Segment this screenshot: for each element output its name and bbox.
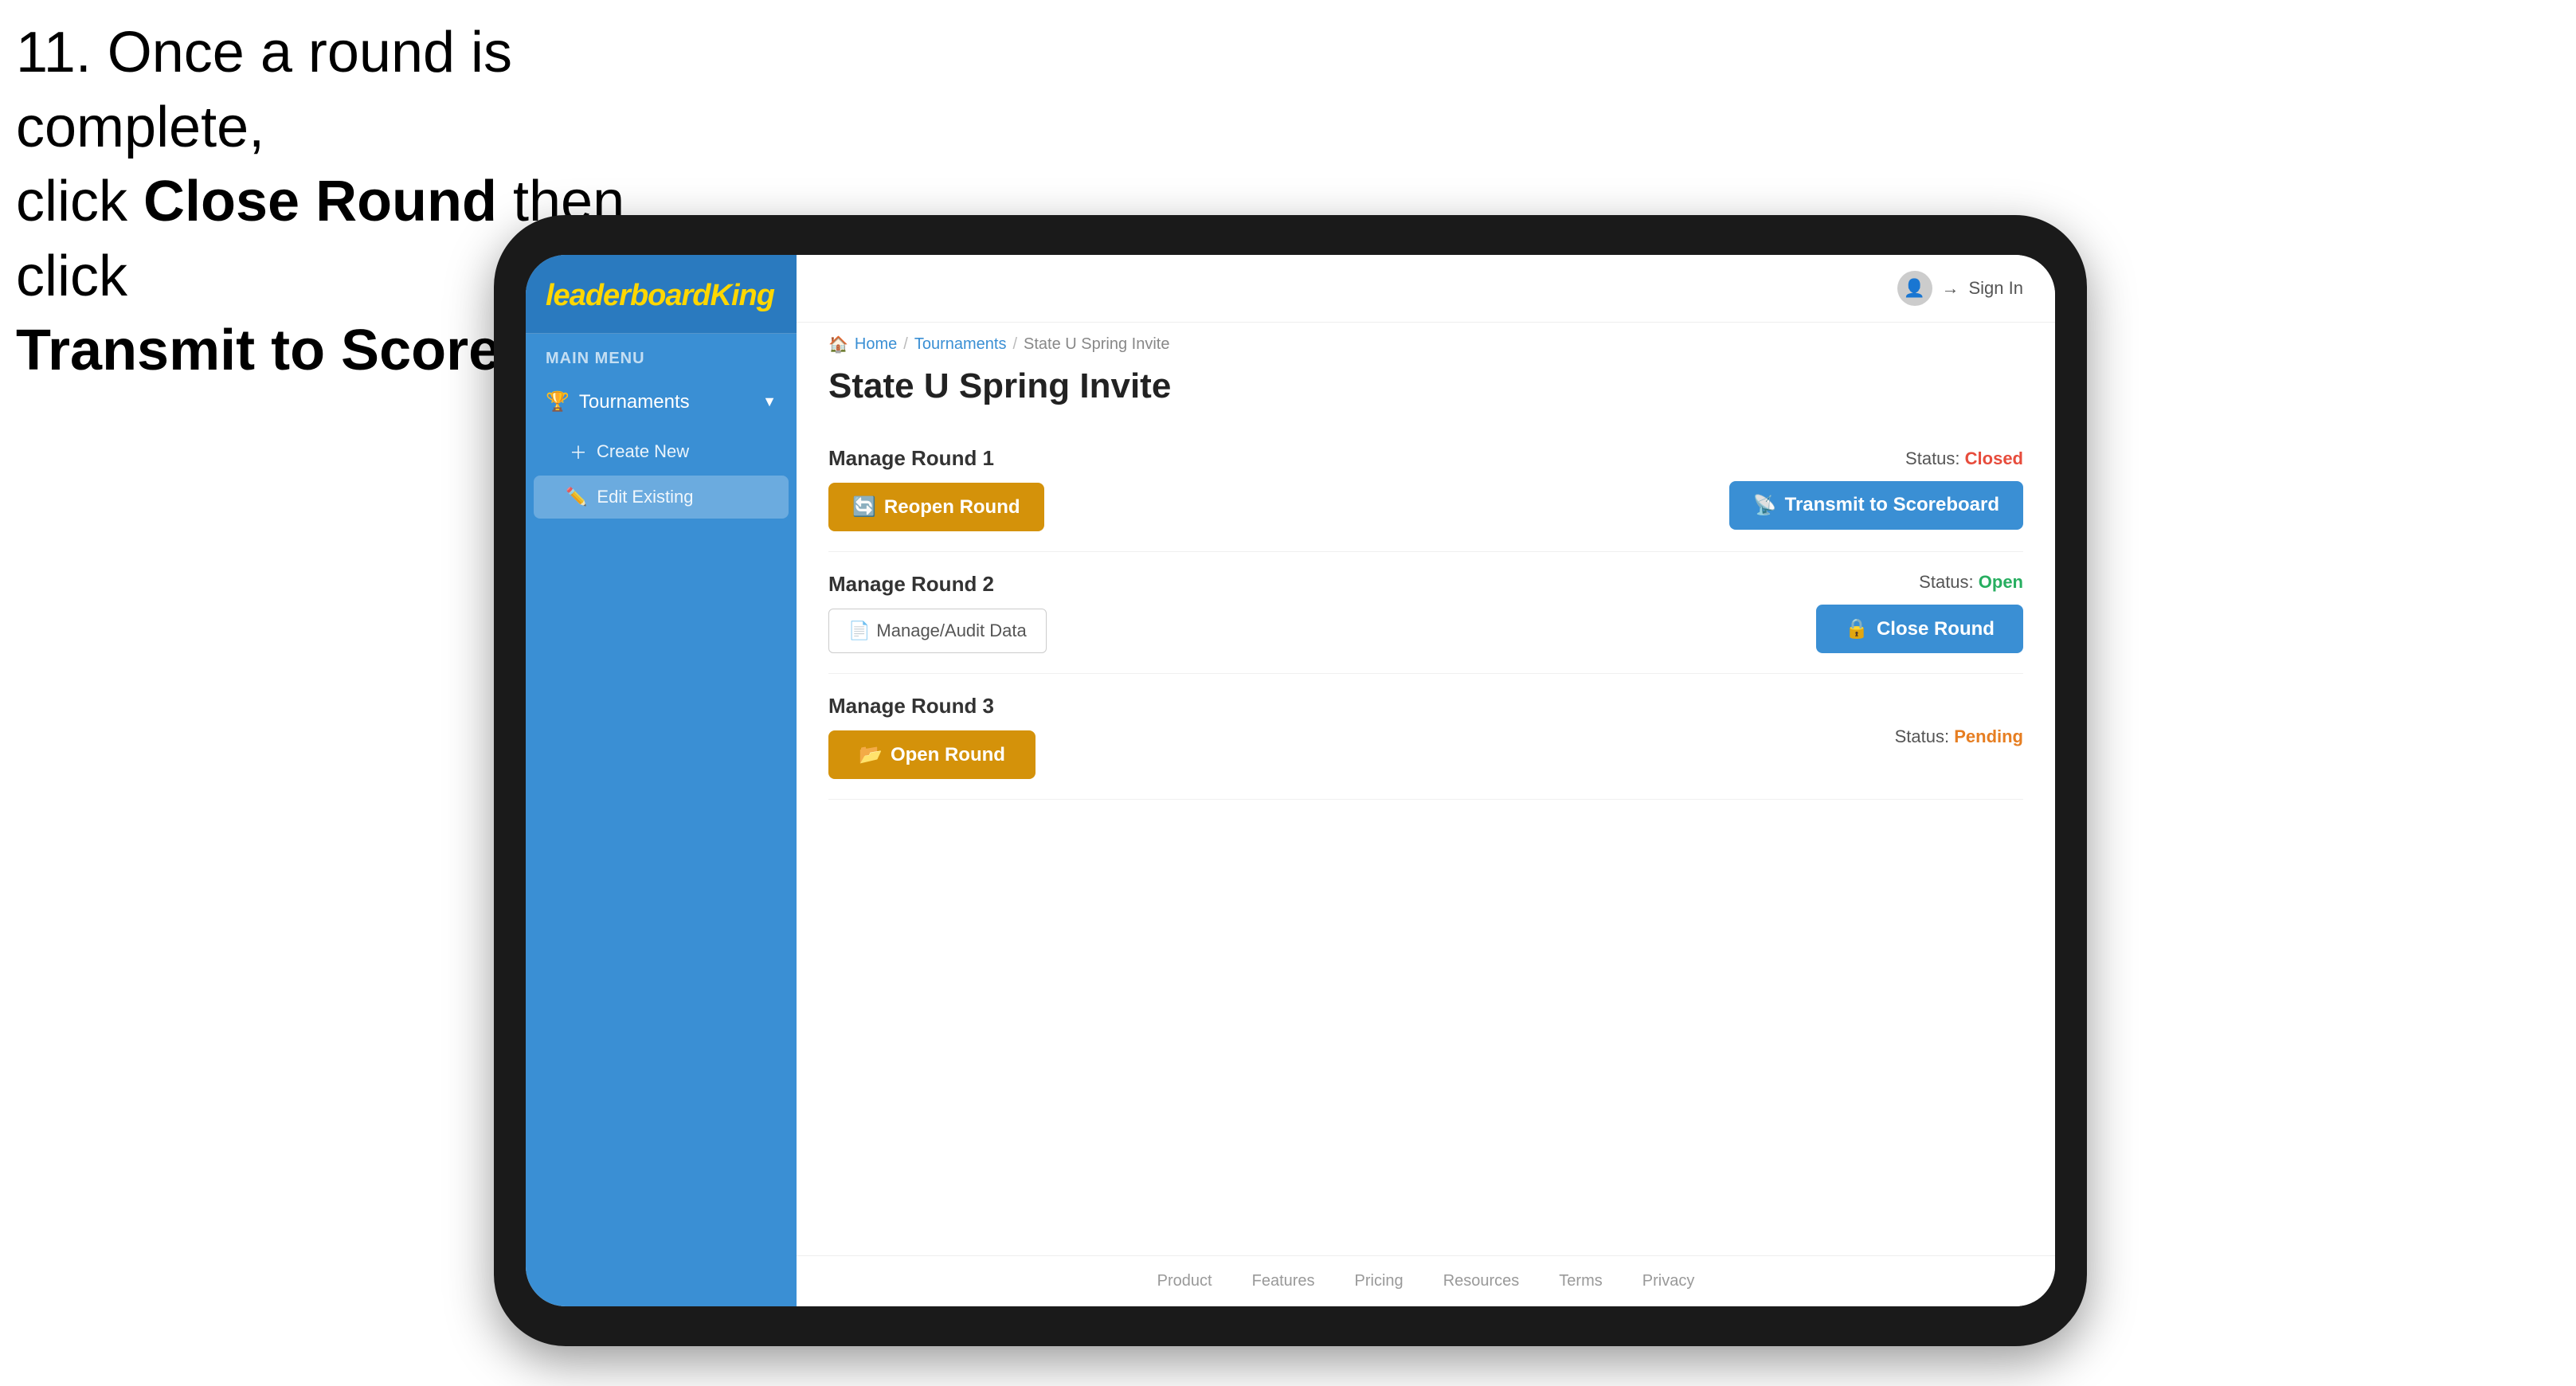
logo-area: leaderboardKing <box>526 255 797 334</box>
logo-text-regular: leaderboard <box>546 279 711 312</box>
footer: Product Features Pricing Resources Terms… <box>797 1255 2055 1306</box>
round-3-status: Status: Pending <box>1895 726 2023 747</box>
round-2-status-value: Open <box>1979 572 2023 592</box>
footer-features[interactable]: Features <box>1252 1272 1315 1290</box>
breadcrumb-sep1: / <box>903 335 908 354</box>
close-round-label: Close Round <box>1877 618 1995 640</box>
sidebar-create-new-label: Create New <box>597 441 689 462</box>
home-icon: 🏠 <box>828 335 848 354</box>
footer-terms[interactable]: Terms <box>1559 1272 1602 1290</box>
close-round-button[interactable]: 🔒 Close Round <box>1816 605 2023 653</box>
chevron-down-icon: ▼ <box>762 393 777 410</box>
close-icon: 🔒 <box>1845 617 1869 640</box>
app-logo: leaderboardKing <box>546 279 777 313</box>
round-1-title: Manage Round 1 <box>828 446 1044 471</box>
round-row-2: Manage Round 2 📄 Manage/Audit Data Statu… <box>828 552 2023 674</box>
transmit-label: Transmit to Scoreboard <box>1785 494 1999 516</box>
plus-icon: ＋ <box>570 439 587 464</box>
footer-product[interactable]: Product <box>1157 1272 1212 1290</box>
breadcrumb-current: State U Spring Invite <box>1024 335 1169 354</box>
avatar: 👤 <box>1897 271 1932 306</box>
reopen-icon: 🔄 <box>852 495 876 519</box>
tablet-device: leaderboardKing MAIN MENU 🏆 Tournaments … <box>494 215 2087 1346</box>
manage-audit-label: Manage/Audit Data <box>876 621 1026 641</box>
sidebar-tournaments-label: Tournaments <box>579 391 690 413</box>
reopen-round-label: Reopen Round <box>884 496 1020 519</box>
doc-icon: 📄 <box>848 621 870 641</box>
sidebar-item-left: 🏆 Tournaments <box>546 390 690 413</box>
round-1-status-value: Closed <box>1965 448 2023 468</box>
top-nav: 👤 → Sign In <box>797 255 2055 323</box>
open-round-label: Open Round <box>891 744 1005 766</box>
logo-text-brand: King <box>711 279 774 312</box>
round-2-right: Status: Open 🔒 Close Round <box>1816 572 2023 653</box>
edit-icon: ✏️ <box>566 487 587 507</box>
round-1-left: Manage Round 1 🔄 Reopen Round <box>828 446 1044 531</box>
instruction-line1: 11. Once a round is complete, <box>16 21 512 159</box>
footer-pricing[interactable]: Pricing <box>1355 1272 1403 1290</box>
round-3-title: Manage Round 3 <box>828 694 1035 718</box>
round-2-left: Manage Round 2 📄 Manage/Audit Data <box>828 572 1047 653</box>
instruction-bold1: Close Round <box>143 170 497 233</box>
round-row-3: Manage Round 3 📂 Open Round Status: Pend… <box>828 674 2023 800</box>
round-2-status: Status: Open <box>1919 572 2023 593</box>
transmit-icon: 📡 <box>1753 494 1777 517</box>
round-row-1: Manage Round 1 🔄 Reopen Round Status: Cl… <box>828 426 2023 552</box>
sidebar: leaderboardKing MAIN MENU 🏆 Tournaments … <box>526 255 797 1306</box>
signin-arrow-icon: → <box>1942 278 1959 299</box>
round-3-left: Manage Round 3 📂 Open Round <box>828 694 1035 779</box>
main-menu-label: MAIN MENU <box>526 334 797 376</box>
manage-audit-button[interactable]: 📄 Manage/Audit Data <box>828 609 1047 653</box>
page-title: State U Spring Invite <box>797 358 2055 426</box>
breadcrumb-tournaments[interactable]: Tournaments <box>914 335 1007 354</box>
transmit-to-scoreboard-button[interactable]: 📡 Transmit to Scoreboard <box>1729 481 2023 530</box>
breadcrumb-sep2: / <box>1012 335 1017 354</box>
open-icon: 📂 <box>859 743 883 766</box>
main-content: 👤 → Sign In 🏠 Home / Tournaments / State… <box>797 255 2055 1306</box>
footer-resources[interactable]: Resources <box>1443 1272 1520 1290</box>
breadcrumb: 🏠 Home / Tournaments / State U Spring In… <box>797 323 2055 358</box>
sidebar-edit-existing[interactable]: ✏️ Edit Existing <box>534 476 789 519</box>
sidebar-edit-existing-label: Edit Existing <box>597 487 693 507</box>
round-3-right: Status: Pending <box>1895 726 2023 747</box>
sign-in-label: Sign In <box>1969 278 2024 299</box>
sign-in-area[interactable]: 👤 → Sign In <box>1897 271 2024 306</box>
trophy-icon: 🏆 <box>546 390 570 413</box>
reopen-round-button[interactable]: 🔄 Reopen Round <box>828 483 1044 531</box>
rounds-container: Manage Round 1 🔄 Reopen Round Status: Cl… <box>797 426 2055 1255</box>
round-3-status-value: Pending <box>1954 726 2023 746</box>
user-icon: 👤 <box>1904 278 1925 299</box>
open-round-button[interactable]: 📂 Open Round <box>828 730 1035 779</box>
breadcrumb-home[interactable]: Home <box>855 335 897 354</box>
footer-privacy[interactable]: Privacy <box>1642 1272 1695 1290</box>
sidebar-create-new[interactable]: ＋ Create New <box>526 428 797 476</box>
round-1-status: Status: Closed <box>1905 448 2023 469</box>
sidebar-item-tournaments[interactable]: 🏆 Tournaments ▼ <box>526 376 797 428</box>
tablet-screen: leaderboardKing MAIN MENU 🏆 Tournaments … <box>526 255 2055 1306</box>
round-1-right: Status: Closed 📡 Transmit to Scoreboard <box>1729 448 2023 530</box>
round-2-title: Manage Round 2 <box>828 572 1047 597</box>
app-layout: leaderboardKing MAIN MENU 🏆 Tournaments … <box>526 255 2055 1306</box>
